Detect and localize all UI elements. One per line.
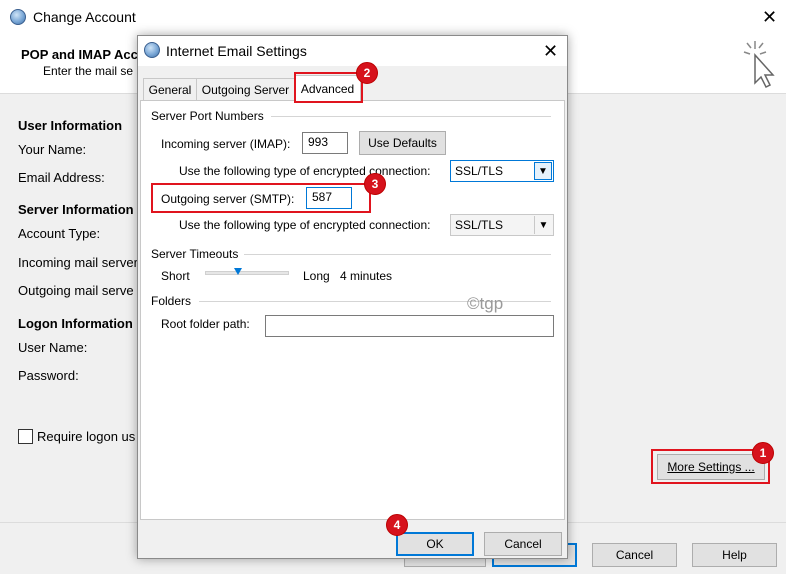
timeout-slider-thumb[interactable] (234, 268, 242, 275)
timeout-long-label: Long (303, 269, 330, 283)
require-logon-checkbox[interactable] (18, 429, 33, 444)
annotation-box-outgoing-port (151, 183, 371, 213)
use-defaults-button[interactable]: Use Defaults (359, 131, 446, 155)
chevron-down-icon: ▼ (534, 162, 552, 180)
click-cursor-icon (743, 41, 775, 89)
server-port-numbers-heading: Server Port Numbers (151, 109, 264, 123)
dialog-titlebar: Internet Email Settings ✕ (138, 36, 567, 66)
account-type-label: Account Type: (18, 226, 101, 241)
watermark: ©tgp (467, 294, 504, 313)
timeout-value: 4 minutes (340, 269, 393, 283)
incoming-encryption-value: SSL/TLS (455, 164, 504, 178)
internet-email-settings-dialog: Internet Email Settings ✕ General Outgoi… (137, 35, 568, 559)
header-subtitle: Enter the mail se (43, 64, 134, 78)
tab-general[interactable]: General (143, 78, 197, 100)
annotation-badge-2: 2 (356, 62, 378, 84)
annotation-badge-4: 4 (386, 514, 408, 536)
timeout-slider[interactable] (205, 271, 289, 275)
annotation-badge-1: 1 (752, 442, 774, 464)
close-icon[interactable]: ✕ (762, 8, 777, 26)
your-name-label: Your Name: (18, 142, 87, 157)
annotation-badge-3: 3 (364, 173, 386, 195)
divider (271, 116, 551, 117)
back-cancel-button[interactable]: Cancel (592, 543, 677, 567)
server-timeouts-heading: Server Timeouts (151, 247, 239, 261)
user-information-heading: User Information (18, 118, 123, 133)
window-title: Change Account (33, 9, 136, 25)
logon-information-heading: Logon Information (18, 316, 133, 331)
dialog-cancel-label: Cancel (504, 537, 542, 551)
root-folder-input[interactable] (265, 315, 554, 337)
timeout-short-label: Short (161, 269, 190, 283)
use-defaults-label: Use Defaults (368, 136, 437, 150)
outgoing-encryption-dropdown[interactable]: SSL/TLS ▼ (450, 214, 554, 236)
outgoing-encryption-label: Use the following type of encrypted conn… (179, 218, 431, 232)
incoming-encryption-dropdown[interactable]: SSL/TLS ▼ (450, 160, 554, 182)
root-folder-label: Root folder path: (161, 317, 250, 331)
require-logon-label: Require logon us (37, 429, 136, 444)
incoming-mail-server-label: Incoming mail server (18, 255, 138, 270)
dialog-app-icon (144, 42, 160, 58)
annotation-box-advanced (294, 72, 363, 103)
folders-heading: Folders (151, 294, 192, 308)
password-label: Password: (18, 368, 79, 383)
back-titlebar: Change Account ✕ (0, 0, 786, 34)
incoming-server-label: Incoming server (IMAP): (161, 137, 291, 151)
ok-button[interactable]: OK (396, 532, 474, 556)
outgoing-encryption-value: SSL/TLS (455, 218, 504, 232)
tab-outgoing-server[interactable]: Outgoing Server (196, 78, 295, 100)
incoming-encryption-label: Use the following type of encrypted conn… (179, 164, 431, 178)
back-help-button[interactable]: Help (692, 543, 777, 567)
header-title: POP and IMAP Acc (21, 47, 138, 62)
user-name-label: User Name: (18, 340, 88, 355)
app-icon (10, 9, 26, 25)
incoming-port-input[interactable]: 993 (302, 132, 348, 154)
dialog-cancel-button[interactable]: Cancel (484, 532, 562, 556)
email-address-label: Email Address: (18, 170, 105, 185)
divider (244, 254, 551, 255)
dialog-close-icon[interactable]: ✕ (543, 42, 558, 60)
dialog-title: Internet Email Settings (166, 43, 307, 59)
server-information-heading: Server Information (18, 202, 134, 217)
chevron-down-icon: ▼ (534, 216, 552, 234)
advanced-tab-panel: Server Port Numbers Incoming server (IMA… (140, 100, 565, 520)
outgoing-mail-server-label: Outgoing mail serve (18, 283, 134, 298)
ok-label: OK (426, 537, 444, 551)
